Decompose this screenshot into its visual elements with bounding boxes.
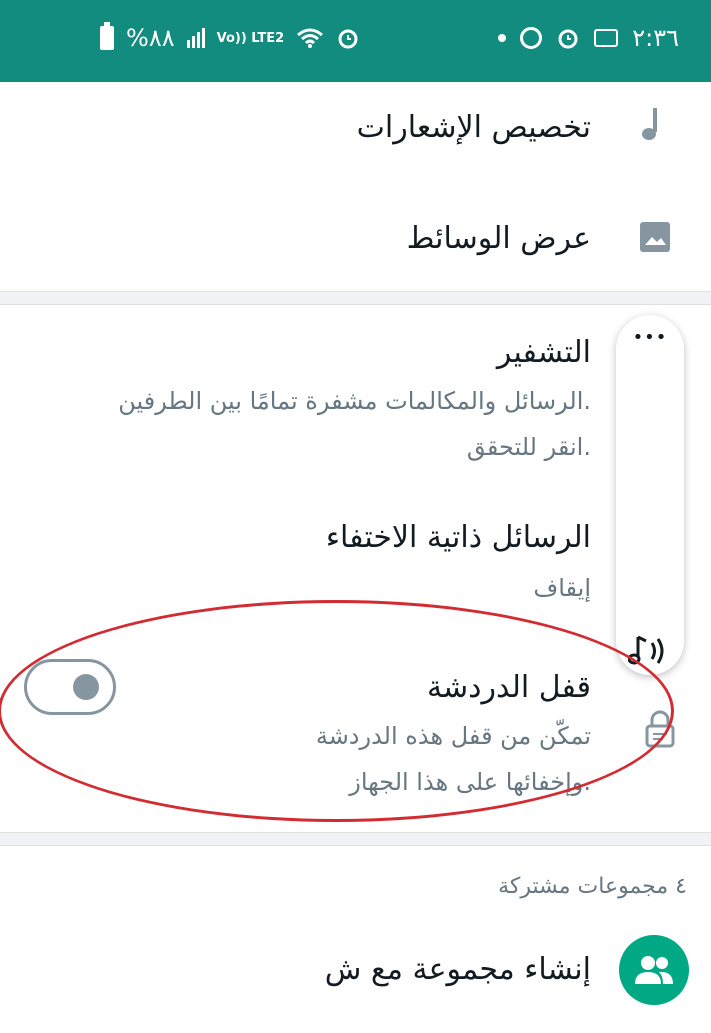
encryption-description: الرسائل والمكالمات مشفرة تمامًا بين الطر… <box>118 387 591 415</box>
image-icon <box>640 222 670 252</box>
disappearing-messages-row[interactable]: الرسائل ذاتية الاختفاء إيقاف <box>0 500 711 630</box>
notification-dot-icon <box>498 34 507 42</box>
more-options-icon[interactable]: ••• <box>616 327 684 348</box>
chat-lock-title: قفل الدردشة <box>426 670 591 705</box>
lock-chat-icon <box>645 710 675 748</box>
battery-percentage: %٨٨ <box>126 24 175 52</box>
status-bar: %٨٨ Vo)) LTE2 ٢:٣٦ <box>0 0 711 82</box>
sound-icon[interactable] <box>628 631 672 671</box>
notifications-label: تخصيص الإشعارات <box>356 110 591 145</box>
battery-icon <box>100 22 114 50</box>
create-group-label: إنشاء مجموعة مع ش <box>324 952 591 987</box>
chat-lock-description: تمكّن من قفل هذه الدردشة <box>315 722 591 750</box>
music-note-icon <box>642 108 657 140</box>
groups-in-common-header: ٤ مجموعات مشتركة <box>498 874 687 899</box>
chat-lock-description-2: وإخفائها على هذا الجهاز. <box>349 768 591 796</box>
encryption-title: التشفير <box>496 335 591 370</box>
wifi-icon <box>297 28 324 48</box>
group-icon <box>635 956 673 984</box>
status-right: ٢:٣٦ <box>498 18 679 58</box>
voicemail-icon <box>594 29 619 47</box>
alarm-icon <box>338 29 358 49</box>
notifications-row[interactable]: تخصيص الإشعارات <box>0 82 711 182</box>
section-divider <box>0 291 711 305</box>
group-avatar <box>619 935 689 1005</box>
encryption-row[interactable]: التشفير الرسائل والمكالمات مشفرة تمامًا … <box>0 305 711 485</box>
chat-lock-toggle[interactable] <box>24 659 116 715</box>
media-row[interactable]: عرض الوسائط <box>0 185 711 290</box>
floating-menu[interactable]: ••• <box>616 315 684 675</box>
section-divider-2 <box>0 832 711 846</box>
alarm-icon <box>558 29 578 49</box>
chrome-icon <box>520 27 543 49</box>
status-left: %٨٨ Vo)) LTE2 <box>100 18 360 58</box>
disappearing-messages-value: إيقاف <box>533 574 591 602</box>
toggle-knob <box>73 674 99 700</box>
disappearing-messages-title: الرسائل ذاتية الاختفاء <box>325 520 591 555</box>
status-time: ٢:٣٦ <box>632 24 679 52</box>
network-label: Vo)) LTE2 <box>216 30 285 46</box>
create-group-row[interactable]: إنشاء مجموعة مع ش <box>0 920 711 1020</box>
media-label: عرض الوسائط <box>406 221 591 256</box>
signal-icon <box>186 28 205 48</box>
encryption-verify-hint: انقر للتحقق. <box>466 433 591 461</box>
